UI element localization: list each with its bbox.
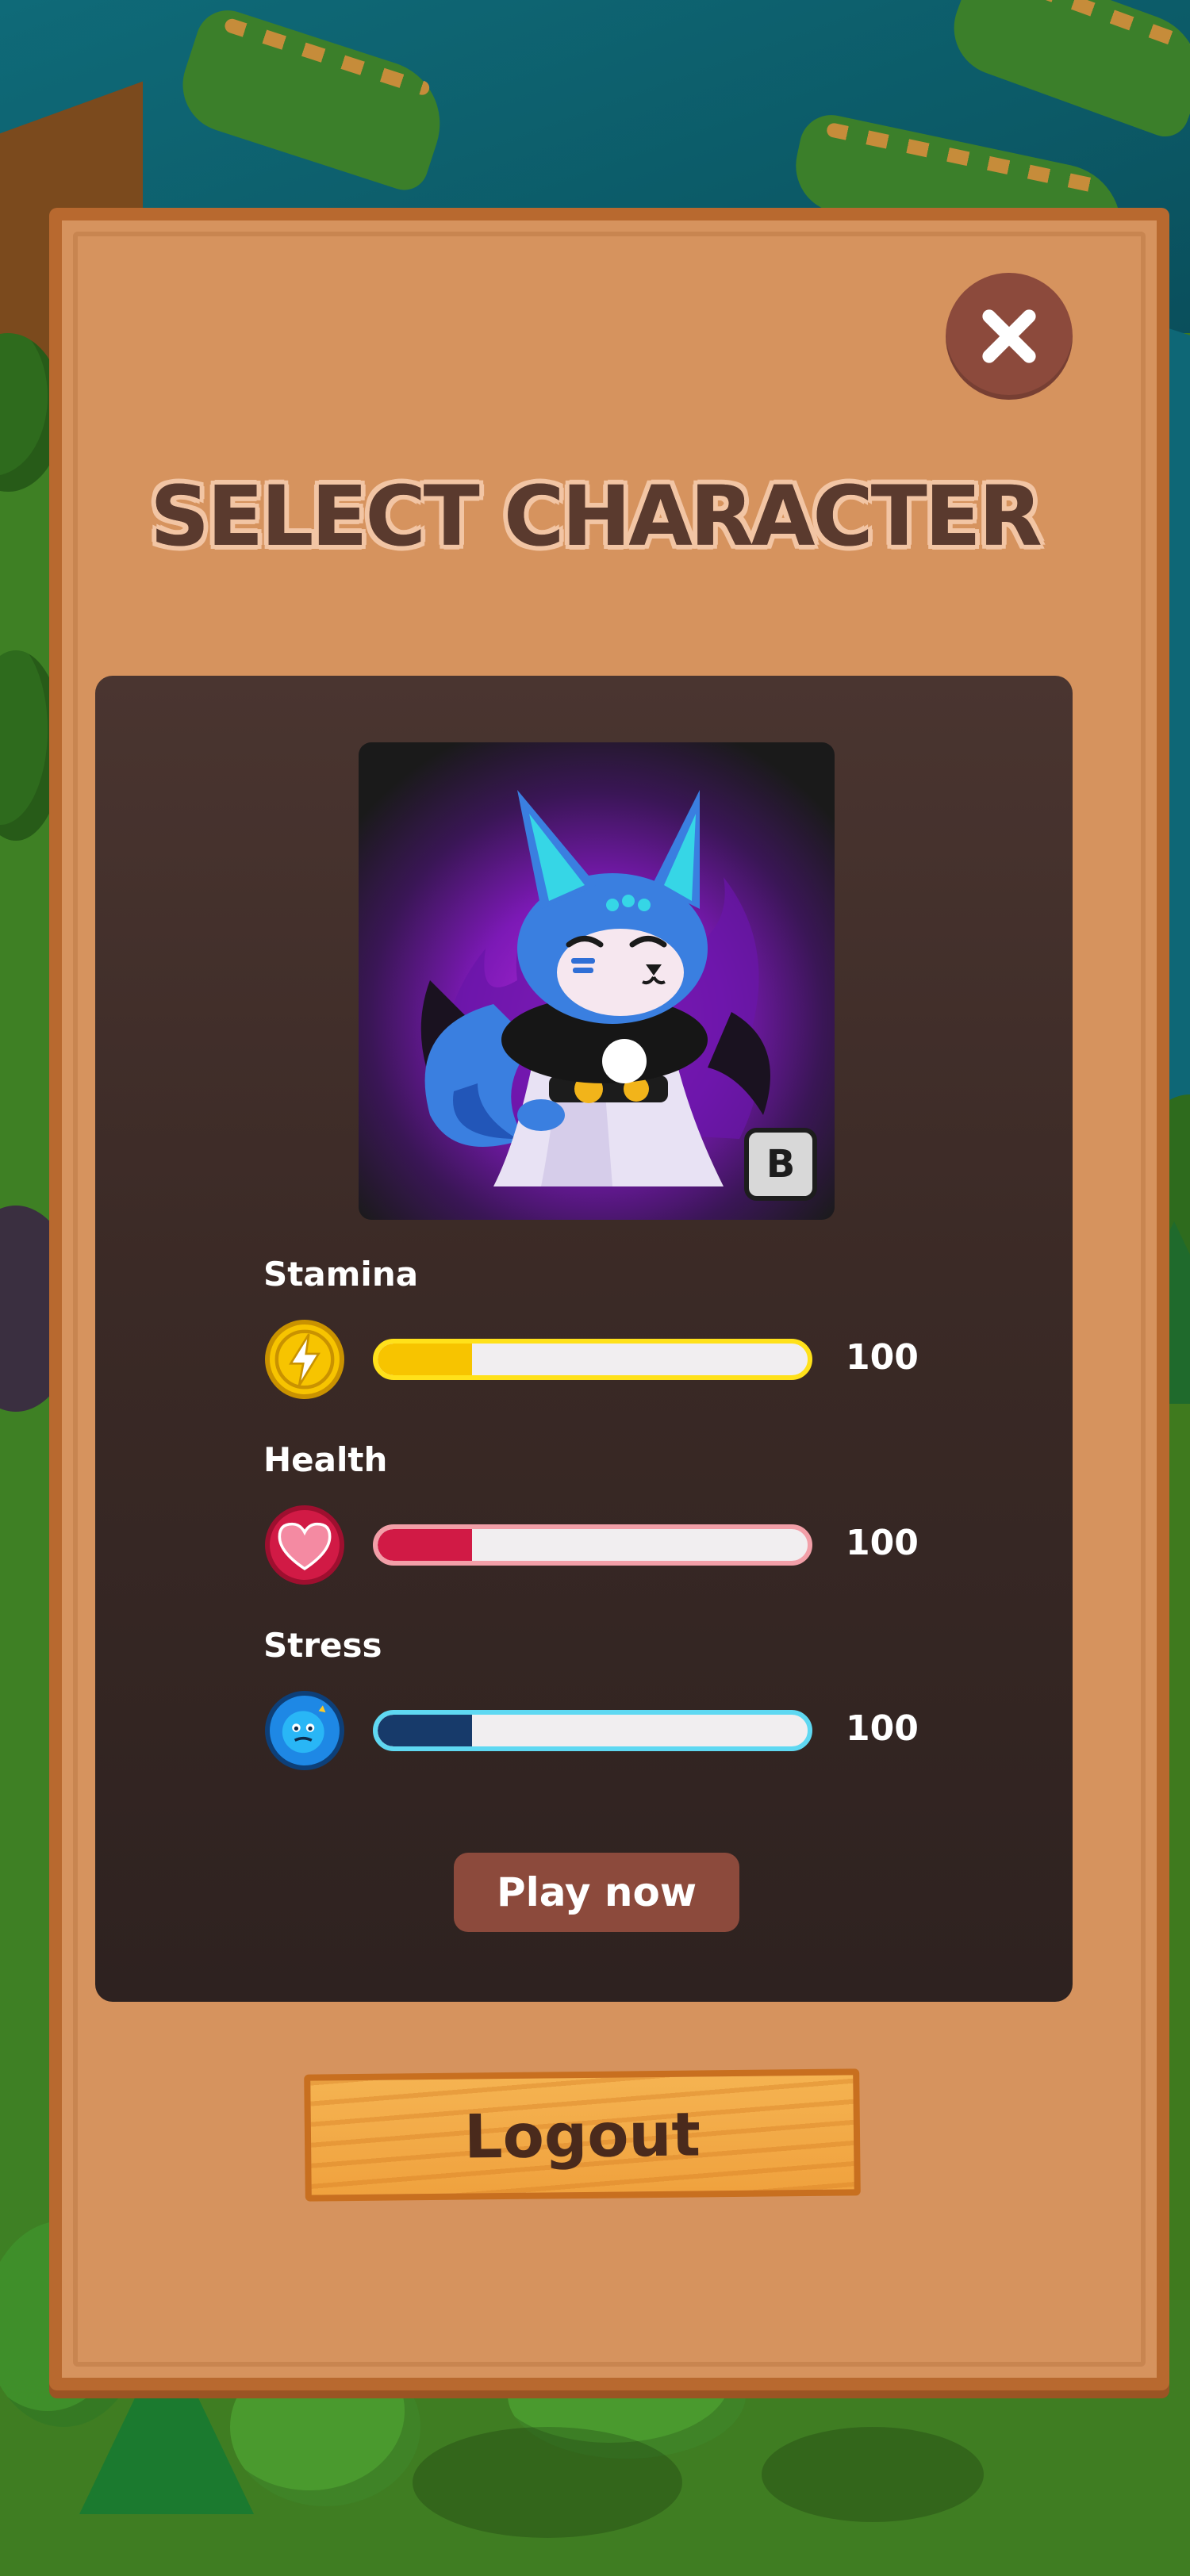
stress-label: Stress [263, 1626, 382, 1665]
stress-bar-fill [378, 1715, 473, 1746]
close-button[interactable] [946, 273, 1073, 400]
health-bar-fill [378, 1529, 473, 1561]
play-now-button[interactable]: Play now [454, 1853, 739, 1932]
stress-bar [373, 1710, 812, 1751]
heart-icon [265, 1505, 344, 1585]
stamina-bar-fill [378, 1344, 473, 1375]
tree-shadow [762, 2427, 984, 2522]
stress-face-icon [265, 1691, 344, 1770]
page-title: SELECT CHARACTER [150, 468, 1042, 565]
stamina-value: 100 [846, 1337, 919, 1378]
health-bar [373, 1524, 812, 1566]
close-icon [982, 309, 1036, 363]
health-label: Health [263, 1440, 388, 1479]
tree-shadow [413, 2427, 682, 2538]
health-value: 100 [846, 1523, 919, 1563]
stamina-label: Stamina [263, 1255, 419, 1294]
stress-value: 100 [846, 1708, 919, 1749]
logout-button[interactable]: Logout [304, 2068, 861, 2202]
lightning-icon [265, 1320, 344, 1399]
rank-badge: B [744, 1128, 817, 1201]
stamina-bar [373, 1339, 812, 1380]
